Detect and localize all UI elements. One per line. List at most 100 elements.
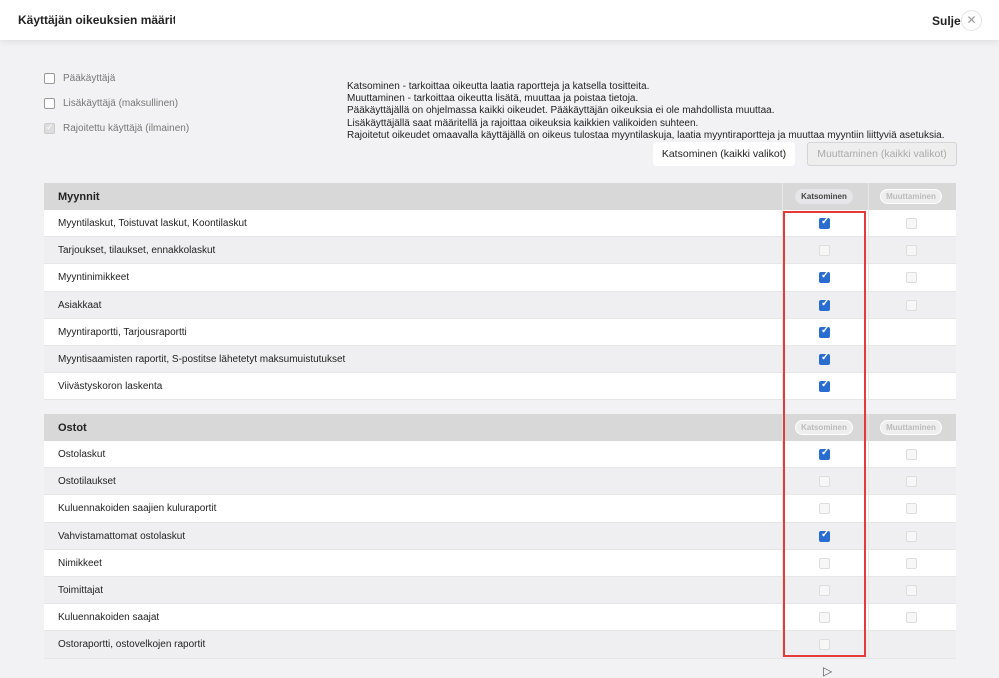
table-row: Myyntisaamisten raportit, S-postitse läh…: [44, 345, 956, 374]
divider: [782, 604, 783, 631]
row-label: Myyntisaamisten raportit, S-postitse läh…: [58, 353, 346, 365]
view-checkbox[interactable]: [819, 245, 830, 257]
divider: [868, 264, 869, 291]
edit-checkbox[interactable]: [906, 584, 917, 596]
edit-checkbox[interactable]: [906, 476, 917, 488]
close-icon[interactable]: ✕: [961, 10, 982, 31]
row-label: Ostotilaukset: [58, 476, 116, 488]
info-text: Katsominen - tarkoittaa oikeutta laatia …: [347, 81, 945, 142]
view-checkbox[interactable]: [819, 557, 830, 569]
table-row: Tarjoukset, tilaukset, ennakkolaskut: [44, 237, 956, 265]
table-row: Myyntiraportti, Tarjousraportti: [44, 318, 956, 346]
divider: [868, 210, 869, 237]
view-checkbox[interactable]: [819, 584, 830, 596]
section-title: Myynnit: [58, 191, 100, 203]
view-checkbox[interactable]: [819, 270, 830, 284]
divider: [868, 345, 869, 373]
edit-checkbox[interactable]: [906, 449, 917, 460]
checkbox[interactable]: [44, 73, 55, 84]
divider: [868, 318, 869, 345]
view-column-header[interactable]: Katsominen: [795, 189, 853, 204]
table-row: Toimittajat: [44, 576, 956, 605]
top-bar: Käyttäjän oikeuksien määrittely: Sulje ✕: [0, 0, 999, 40]
edit-checkbox[interactable]: [906, 530, 917, 542]
view-checkbox[interactable]: [819, 379, 830, 393]
edit-checkbox[interactable]: [906, 503, 917, 515]
divider: [868, 576, 869, 604]
divider: [868, 631, 869, 658]
divider: [782, 468, 783, 495]
info-line: Lisäkäyttäjällä saat määritellä ja rajoi…: [347, 117, 699, 129]
table-row: Myyntilaskut, Toistuvat laskut, Koontila…: [44, 210, 956, 238]
view-checkbox[interactable]: [819, 612, 830, 624]
divider: [868, 291, 869, 318]
view-checkbox[interactable]: [819, 325, 830, 338]
divider: [782, 210, 783, 237]
row-label: Asiakkaat: [58, 299, 102, 311]
divider: [868, 604, 869, 631]
edit-column-header: Muuttaminen: [880, 420, 942, 435]
row-label: Myyntilaskut, Toistuvat laskut, Koontila…: [58, 218, 247, 229]
table-row: Ostotilaukset: [44, 468, 956, 496]
info-line: Katsominen - tarkoittaa oikeutta laatia …: [347, 81, 650, 92]
row-label: Myyntinimikkeet: [58, 272, 130, 284]
edit-checkbox[interactable]: [906, 557, 917, 569]
view-checkbox[interactable]: [819, 476, 830, 488]
divider: [868, 373, 869, 400]
row-label: Kuluennakoiden saajien kuluraportit: [58, 503, 217, 515]
table-row: Ostolaskut: [44, 441, 956, 469]
row-label: Ostoraportti, ostovelkojen raportit: [58, 639, 206, 651]
divider: [868, 441, 869, 468]
divider: [868, 414, 869, 441]
divider: [868, 522, 869, 549]
section-header: Ostot Katsominen Muuttaminen: [44, 414, 956, 441]
edit-all-button: Muuttaminen (kaikki valikot): [807, 142, 957, 166]
view-checkbox[interactable]: [819, 216, 830, 229]
table-row: Asiakkaat: [44, 291, 956, 319]
table-row: Myyntinimikkeet: [44, 264, 956, 292]
role-label: Lisäkäyttäjä (maksullinen): [63, 98, 179, 109]
row-label: Toimittajat: [58, 584, 104, 596]
divider: [782, 522, 783, 549]
role-label: Pääkäyttäjä: [63, 73, 116, 84]
view-checkbox[interactable]: [819, 352, 830, 365]
divider: [782, 414, 783, 441]
role-admin[interactable]: Pääkäyttäjä: [44, 73, 115, 84]
role-additional[interactable]: Lisäkäyttäjä (maksullinen): [44, 98, 178, 109]
divider: [782, 549, 783, 576]
view-checkbox[interactable]: [819, 503, 830, 515]
section-header: Myynnit Katsominen Muuttaminen: [44, 183, 956, 210]
view-checkbox[interactable]: [819, 529, 830, 542]
view-checkbox[interactable]: [819, 298, 830, 311]
edit-checkbox[interactable]: [906, 245, 917, 257]
divider: [782, 631, 783, 658]
divider: [782, 237, 783, 264]
divider: [782, 441, 783, 468]
role-label: Rajoitettu käyttäjä (ilmainen): [63, 123, 190, 134]
divider: [868, 468, 869, 495]
divider: [868, 183, 869, 210]
checkbox: [44, 122, 55, 134]
divider: [782, 318, 783, 345]
divider: [868, 237, 869, 264]
table-row: Vahvistamattomat ostolaskut: [44, 522, 956, 550]
view-checkbox[interactable]: [819, 639, 830, 651]
checkbox[interactable]: [44, 98, 55, 109]
table-row: Ostoraportti, ostovelkojen raportit: [44, 631, 956, 659]
divider: [782, 345, 783, 373]
view-all-button[interactable]: Katsominen (kaikki valikot): [653, 142, 795, 166]
edit-checkbox[interactable]: [906, 272, 917, 284]
edit-checkbox[interactable]: [906, 218, 917, 229]
mouse-cursor-icon: ▷: [823, 664, 833, 678]
view-column-header[interactable]: Katsominen: [795, 420, 853, 435]
divider: [782, 495, 783, 522]
divider: [782, 291, 783, 318]
edit-checkbox[interactable]: [906, 299, 917, 311]
view-checkbox[interactable]: [819, 447, 830, 460]
edit-checkbox[interactable]: [906, 612, 917, 624]
row-label: Tarjoukset, tilaukset, ennakkolaskut: [58, 245, 216, 257]
divider: [782, 373, 783, 400]
table-row: Kuluennakoiden saajien kuluraportit: [44, 495, 956, 523]
info-line: Muuttaminen - tarkoittaa oikeutta lisätä…: [347, 93, 639, 105]
close-label[interactable]: Sulje: [932, 14, 961, 28]
